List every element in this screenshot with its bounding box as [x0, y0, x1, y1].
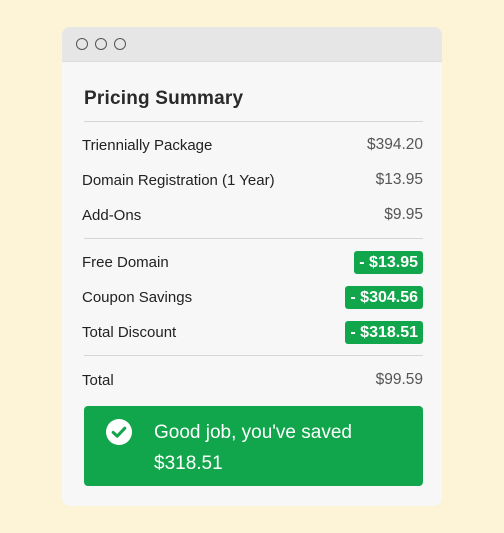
discount-label: Free Domain — [82, 253, 169, 271]
window-control-dot[interactable] — [95, 38, 107, 50]
line-item: Add-Ons $9.95 — [82, 203, 423, 227]
line-item-amount: $9.95 — [384, 206, 423, 223]
savings-message-line1: Good job, you've saved — [154, 422, 352, 443]
browser-window: Pricing Summary Triennially Package $394… — [62, 27, 442, 506]
check-circle-icon — [106, 419, 132, 445]
pricing-summary-title: Pricing Summary — [84, 88, 244, 109]
divider — [84, 238, 423, 239]
window-control-dot[interactable] — [114, 38, 126, 50]
total-row: Total $99.59 — [82, 368, 423, 392]
divider — [84, 121, 423, 122]
total-label: Total — [82, 371, 114, 389]
discount-label: Coupon Savings — [82, 288, 193, 306]
discount-item: Free Domain - $13.95 — [82, 250, 423, 274]
line-item-label: Add-Ons — [82, 206, 142, 224]
discount-badge: - $304.56 — [345, 285, 423, 309]
discount-item: Coupon Savings - $304.56 — [82, 285, 423, 309]
line-item-label: Domain Registration (1 Year) — [82, 171, 275, 189]
line-item: Triennially Package $394.20 — [82, 133, 423, 157]
savings-banner: Good job, you've saved $318.51 — [84, 406, 423, 486]
discount-badge: - $318.51 — [345, 320, 423, 344]
total-amount: $99.59 — [375, 371, 423, 388]
discount-item: Total Discount - $318.51 — [82, 320, 423, 344]
window-control-dot[interactable] — [76, 38, 88, 50]
line-item-label: Triennially Package — [82, 136, 213, 154]
savings-message: Good job, you've saved $318.51 — [154, 417, 394, 479]
discount-badge: - $13.95 — [354, 250, 423, 274]
window-titlebar — [62, 27, 442, 62]
divider — [84, 355, 423, 356]
line-item-amount: $13.95 — [375, 171, 423, 188]
line-item: Domain Registration (1 Year) $13.95 — [82, 168, 423, 192]
discount-label: Total Discount — [82, 323, 177, 341]
line-item-amount: $394.20 — [366, 136, 423, 153]
savings-amount: $318.51 — [154, 453, 223, 474]
